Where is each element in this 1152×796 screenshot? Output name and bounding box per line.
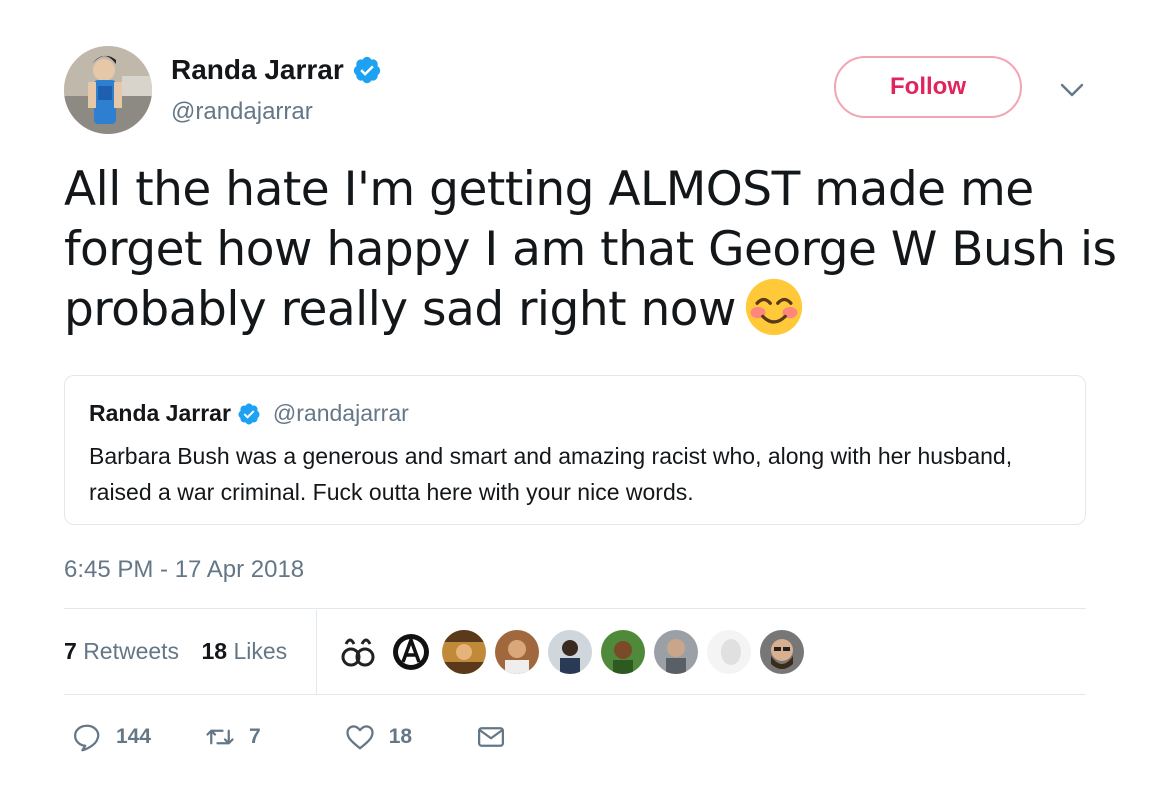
retweet-icon	[206, 729, 234, 745]
liker-avatar[interactable]	[601, 630, 645, 674]
retweets-stat[interactable]: 7 Retweets	[64, 638, 179, 664]
author-avatar[interactable]	[64, 46, 152, 134]
quoted-tweet-header: Randa Jarrar @randajarrar	[89, 400, 409, 427]
author-name[interactable]: Randa Jarrar	[171, 54, 382, 86]
tweet-actions: 144 7 18	[72, 722, 520, 752]
tweet-body: All the hate I'm getting ALMOST made me …	[64, 162, 1117, 337]
retweet-count: 7	[249, 725, 261, 748]
tweet-text: All the hate I'm getting ALMOST made me …	[64, 160, 1124, 343]
liker-avatar[interactable]	[442, 630, 486, 674]
direct-message-action[interactable]	[476, 722, 520, 752]
verified-badge-icon	[238, 403, 260, 424]
quoted-author-name: Randa Jarrar	[89, 400, 231, 426]
chevron-down-icon[interactable]	[1058, 78, 1086, 102]
likes-label: Likes	[233, 638, 288, 664]
reply-count: 144	[116, 725, 152, 748]
liker-avatar[interactable]	[654, 630, 698, 674]
liker-avatar[interactable]	[495, 630, 539, 674]
divider	[64, 608, 1086, 609]
quoted-author-handle: @randajarrar	[272, 400, 409, 426]
heart-icon	[346, 725, 374, 750]
smiling-face-with-smiling-eyes-icon	[745, 278, 803, 335]
liker-avatar[interactable]	[336, 630, 380, 674]
like-count: 18	[388, 725, 413, 748]
liker-avatar[interactable]	[389, 630, 433, 674]
retweets-count: 7	[64, 638, 77, 664]
verified-badge-icon	[353, 56, 380, 84]
liker-avatar[interactable]	[707, 630, 751, 674]
liker-avatar[interactable]	[760, 630, 804, 674]
likes-count: 18	[201, 638, 228, 664]
like-action[interactable]: 18	[345, 722, 412, 752]
author-name-text: Randa Jarrar	[171, 54, 344, 85]
reply-icon	[74, 724, 100, 752]
tweet-stats: 7 Retweets 18 Likes	[64, 638, 303, 665]
quoted-tweet-text: Barbara Bush was a generous and smart an…	[89, 443, 1013, 505]
quoted-tweet[interactable]: Randa Jarrar @randajarrar Barbara Bush w…	[64, 375, 1086, 525]
retweets-label: Retweets	[83, 638, 180, 664]
author-avatar-image	[64, 46, 152, 134]
author-handle[interactable]: @randajarrar	[171, 98, 313, 126]
reply-action[interactable]: 144	[72, 722, 151, 752]
liker-avatar[interactable]	[548, 630, 592, 674]
divider	[316, 610, 317, 694]
likes-stat[interactable]: 18 Likes	[201, 638, 287, 664]
follow-button[interactable]: Follow	[834, 56, 1022, 118]
divider	[64, 694, 1086, 695]
envelope-icon	[478, 727, 505, 747]
tweet-timestamp[interactable]: 6:45 PM - 17 Apr 2018	[64, 556, 304, 584]
retweet-action[interactable]: 7	[205, 722, 261, 752]
liker-avatars	[336, 630, 813, 674]
